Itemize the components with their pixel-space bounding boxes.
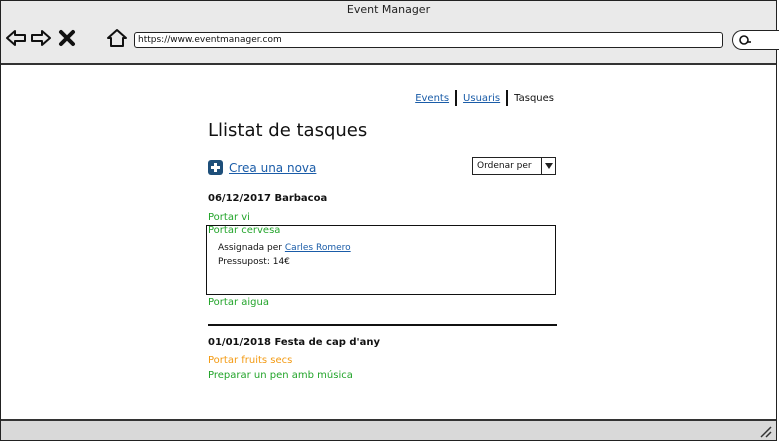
top-navigation: Events Usuaris Tasques xyxy=(415,90,554,106)
task-item[interactable]: Portar vi xyxy=(208,212,250,223)
sort-dropdown[interactable]: Ordenar per xyxy=(472,157,556,175)
assigned-prefix: Assignada per xyxy=(218,243,283,253)
address-bar[interactable]: https://www.eventmanager.com xyxy=(134,32,723,48)
event-title: 01/01/2018 Festa de cap d'any xyxy=(208,337,380,348)
home-icon[interactable] xyxy=(106,27,128,49)
nav-tasks-current: Tasques xyxy=(514,92,554,104)
page-title: Llistat de tasques xyxy=(208,120,368,141)
sort-dropdown-label: Ordenar per xyxy=(477,161,532,171)
nav-users-link[interactable]: Usuaris xyxy=(463,93,500,104)
task-budget: Pressupost: 14€ xyxy=(218,257,290,267)
event-title: 06/12/2017 Barbacoa xyxy=(208,193,328,204)
nav-separator xyxy=(455,90,458,106)
event-divider xyxy=(208,324,557,326)
create-task-label[interactable]: Crea una nova xyxy=(229,161,316,175)
task-item[interactable]: Preparar un pen amb música xyxy=(208,370,353,381)
nav-events-link[interactable]: Events xyxy=(415,93,449,104)
forward-icon[interactable] xyxy=(30,27,52,49)
browser-window: Event Manager https://www.eventmanager.c… xyxy=(0,0,779,441)
browser-search-box[interactable] xyxy=(732,30,779,50)
task-assigned-line: Assignada per Carles Romero xyxy=(218,243,351,253)
search-icon xyxy=(739,35,751,45)
task-item[interactable]: Portar aigua xyxy=(208,297,269,308)
nav-separator xyxy=(506,90,509,106)
resize-handle-icon[interactable] xyxy=(758,424,772,438)
back-icon[interactable] xyxy=(5,27,27,49)
assigned-user-link[interactable]: Carles Romero xyxy=(285,243,351,253)
task-item[interactable]: Portar fruits secs xyxy=(208,355,292,366)
title-bar: Event Manager https://www.eventmanager.c… xyxy=(1,1,779,65)
task-item-selected[interactable]: Portar cervesa xyxy=(208,225,280,236)
close-icon[interactable] xyxy=(56,27,78,49)
window-title: Event Manager xyxy=(346,3,431,16)
chevron-down-icon[interactable] xyxy=(541,158,555,174)
plus-icon[interactable] xyxy=(208,160,223,175)
status-bar xyxy=(1,419,776,440)
create-task-link[interactable]: Crea una nova xyxy=(208,160,316,175)
